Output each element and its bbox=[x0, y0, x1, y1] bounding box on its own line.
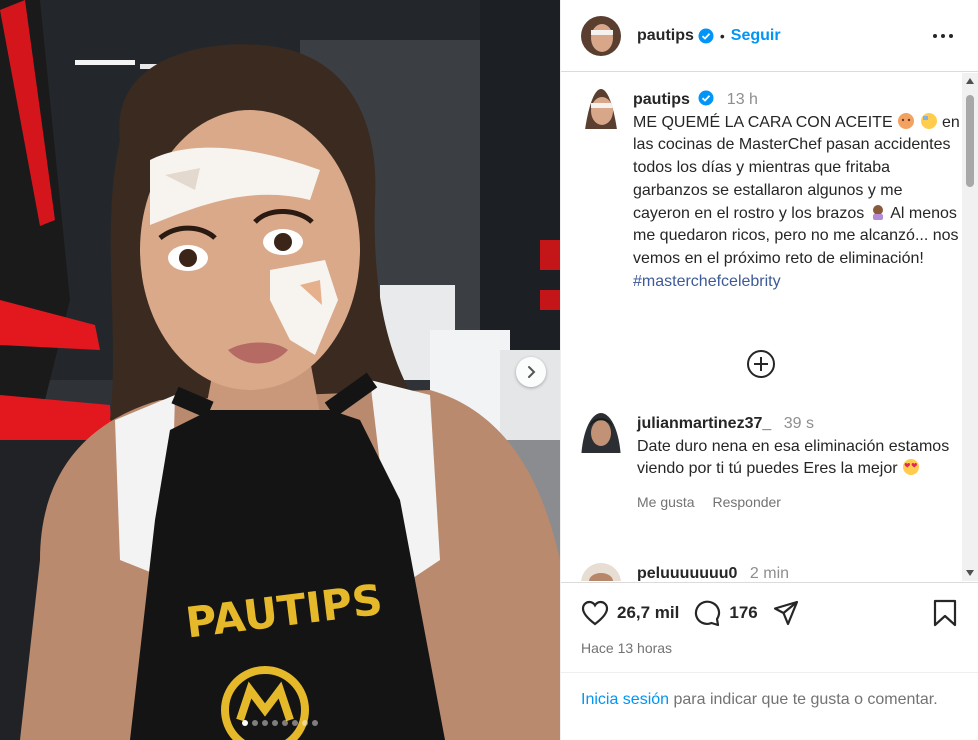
likes-count[interactable]: 26,7 mil bbox=[617, 603, 679, 623]
heart-icon bbox=[581, 600, 609, 625]
caption-line1: ME QUEMÉ LA CARA CON ACEITE bbox=[633, 113, 893, 131]
chevron-right-icon bbox=[528, 366, 536, 378]
commenter-avatar[interactable] bbox=[581, 413, 621, 514]
hot-face-emoji-icon bbox=[898, 112, 915, 129]
comment-button[interactable]: 176 bbox=[693, 599, 771, 627]
comment-username[interactable]: peluuuuuuu0 bbox=[637, 565, 737, 581]
post-side-panel: pautips • Seguir pautips 13 h ME QUEMÉ L… bbox=[560, 0, 978, 740]
comment-username[interactable]: julianmartinez37_ bbox=[637, 415, 771, 432]
heart-eyes-emoji-icon bbox=[903, 459, 920, 476]
caption-time[interactable]: 13 h bbox=[727, 91, 758, 108]
triangle-up-icon bbox=[966, 78, 974, 84]
post-caption: pautips 13 h ME QUEMÉ LA CARA CON ACEITE… bbox=[581, 89, 963, 293]
login-prompt-text: para indicar que te gusta o comentar. bbox=[673, 691, 938, 708]
load-more-comments-icon[interactable] bbox=[746, 349, 776, 379]
avatar[interactable] bbox=[581, 15, 621, 56]
carousel-dot bbox=[242, 720, 248, 726]
comments-scroll-area[interactable]: pautips 13 h ME QUEMÉ LA CARA CON ACEITE… bbox=[561, 73, 978, 581]
scroll-up-arrow[interactable] bbox=[962, 73, 978, 89]
more-options-icon[interactable] bbox=[932, 26, 954, 46]
comment-actions: Me gusta Responder bbox=[637, 491, 957, 514]
caption-hashtag[interactable]: #masterchefcelebrity bbox=[633, 273, 781, 290]
header-username[interactable]: pautips bbox=[637, 27, 694, 45]
carousel-dot bbox=[302, 720, 308, 726]
comments-count[interactable]: 176 bbox=[729, 603, 757, 623]
carousel-dot bbox=[272, 720, 278, 726]
caption-text: pautips 13 h ME QUEMÉ LA CARA CON ACEITE… bbox=[633, 89, 963, 293]
caption-username[interactable]: pautips bbox=[633, 91, 690, 108]
comment-bubble-icon bbox=[695, 600, 721, 626]
verified-badge-icon bbox=[698, 28, 714, 43]
scrollbar-thumb[interactable] bbox=[966, 95, 974, 187]
scroll-down-arrow[interactable] bbox=[962, 565, 978, 581]
comment-like-button[interactable]: Me gusta bbox=[637, 494, 695, 510]
post-timestamp[interactable]: Hace 13 horas bbox=[581, 640, 672, 656]
comment-reply-button[interactable]: Responder bbox=[712, 494, 781, 510]
avatar[interactable] bbox=[581, 89, 621, 293]
sweating-face-emoji-icon bbox=[920, 112, 937, 129]
like-button[interactable]: 26,7 mil bbox=[581, 600, 693, 626]
next-slide-button[interactable] bbox=[516, 357, 546, 387]
post-action-bar: 26,7 mil 176 bbox=[561, 582, 978, 642]
comment-time[interactable]: 2 min bbox=[750, 565, 789, 581]
post-media[interactable]: PAUTIPS bbox=[0, 0, 560, 740]
comment-body: julianmartinez37_ 39 s Date duro nena en… bbox=[637, 413, 957, 514]
post-photo: PAUTIPS bbox=[0, 0, 560, 740]
carousel-dot bbox=[282, 720, 288, 726]
carousel-indicators bbox=[0, 720, 560, 726]
share-button[interactable] bbox=[772, 599, 800, 627]
paper-plane-icon bbox=[773, 600, 798, 625]
comment-body: peluuuuuuu0 2 min bbox=[637, 563, 957, 581]
carousel-dot bbox=[252, 720, 258, 726]
comment-item: julianmartinez37_ 39 s Date duro nena en… bbox=[581, 413, 957, 514]
login-prompt: Inicia sesión para indicar que te gusta … bbox=[561, 672, 978, 727]
instagram-post: PAUTIPS pautips • Seguir pautips 13 h ME… bbox=[0, 0, 978, 740]
login-link[interactable]: Inicia sesión bbox=[581, 691, 669, 708]
carousel-dot bbox=[312, 720, 318, 726]
commenter-avatar[interactable] bbox=[581, 563, 621, 581]
scrollbar[interactable] bbox=[962, 73, 978, 581]
bookmark-icon[interactable] bbox=[933, 599, 957, 627]
comment-time[interactable]: 39 s bbox=[784, 415, 814, 432]
post-header: pautips • Seguir bbox=[561, 0, 978, 72]
comment-item: peluuuuuuu0 2 min bbox=[581, 563, 957, 581]
carousel-dot bbox=[292, 720, 298, 726]
separator: • bbox=[719, 27, 725, 44]
triangle-down-icon bbox=[966, 570, 974, 576]
verified-badge-icon bbox=[698, 90, 714, 106]
follow-button[interactable]: Seguir bbox=[731, 27, 781, 45]
woman-facepalming-emoji-icon bbox=[872, 204, 883, 220]
carousel-dot bbox=[262, 720, 268, 726]
